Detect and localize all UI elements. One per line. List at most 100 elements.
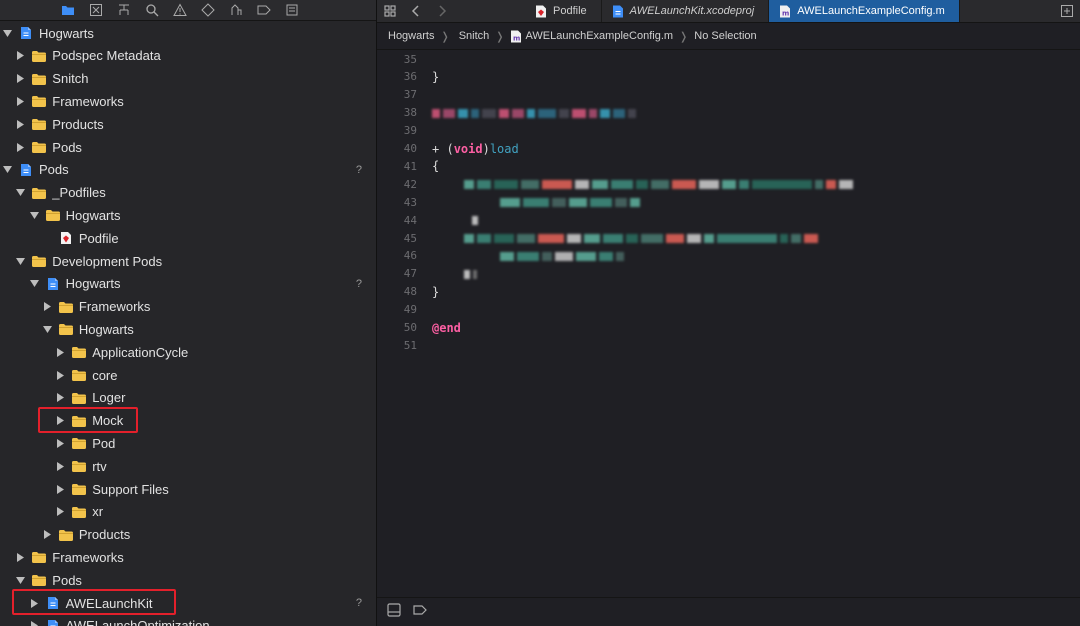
disclosure-collapsed-icon[interactable] (16, 552, 31, 562)
tree-row-label: Hogwarts (78, 321, 134, 337)
disclosure-collapsed-icon[interactable] (16, 74, 31, 84)
back-icon[interactable] (403, 0, 429, 22)
folder-icon (31, 72, 52, 86)
tab-awelaunchexampleconfig-m[interactable]: m AWELaunchExampleConfig.m (769, 0, 960, 22)
disclosure-collapsed-icon[interactable] (16, 119, 31, 129)
method-name-token: load (489, 141, 519, 156)
tree-row--podfiles[interactable]: _Podfiles (0, 182, 376, 204)
disclosure-collapsed-icon[interactable] (56, 370, 71, 380)
disclosure-collapsed-icon[interactable] (56, 393, 71, 403)
grid-icon[interactable] (377, 0, 403, 22)
folder-icon (45, 208, 66, 222)
tree-row-rtv[interactable]: rtv (0, 455, 376, 477)
folder-icon (71, 505, 92, 519)
tree-row-snitch[interactable]: Snitch (0, 68, 376, 90)
objc-file-icon: m (510, 30, 522, 43)
disclosure-collapsed-icon[interactable] (56, 507, 71, 517)
tree-row-xr[interactable]: xr (0, 501, 376, 523)
breakpoint-icon[interactable] (256, 2, 272, 18)
tab-label: Podfile (553, 5, 587, 17)
keyword-token: @end (432, 320, 461, 335)
disclosure-collapsed-icon[interactable] (16, 51, 31, 61)
tree-row-hogwarts[interactable]: Hogwarts (0, 318, 376, 340)
tree-row-pods[interactable]: Pods (0, 136, 376, 158)
tree-row-podfile[interactable]: Podfile (0, 227, 376, 249)
code-line: 49 (377, 301, 1080, 319)
line-number: 40 (403, 142, 417, 155)
breadcrumb-item[interactable]: Snitch (456, 30, 490, 42)
code-editor[interactable]: 35 36} 37 38 39 40 + (void)load 41 {42 43 44 45 46 47… (377, 50, 1080, 596)
disclosure-collapsed-icon[interactable] (43, 302, 58, 312)
disclosure-collapsed-icon[interactable] (30, 621, 45, 626)
issue-icon[interactable] (172, 2, 188, 18)
disclosure-collapsed-icon[interactable] (16, 96, 31, 106)
disclosure-expanded-icon[interactable] (29, 211, 45, 220)
folder-icon (31, 186, 52, 200)
add-editor-icon[interactable] (1054, 0, 1080, 22)
tree-row-label: Podfile (78, 230, 119, 246)
tree-row-label: Development Pods (52, 253, 163, 269)
tree-row-core[interactable]: core (0, 364, 376, 386)
tree-row-frameworks[interactable]: Frameworks (0, 546, 376, 568)
disclosure-expanded-icon[interactable] (3, 165, 18, 174)
tree-row-applicationcycle[interactable]: ApplicationCycle (0, 341, 376, 363)
tree-row-loger[interactable]: Loger (0, 387, 376, 409)
tree-row-support-files[interactable]: Support Files (0, 478, 376, 500)
disclosure-expanded-icon[interactable] (16, 576, 31, 585)
folder-icon[interactable] (60, 2, 76, 18)
chevron-right-icon: ❭ (440, 30, 450, 43)
tree-row-podspec-metadata[interactable]: Podspec Metadata (0, 45, 376, 67)
tree-row-label: Hogwarts (65, 276, 121, 292)
breadcrumb-label: AWELaunchExampleConfig.m (525, 30, 674, 42)
breadcrumb-selection[interactable]: No Selection (694, 30, 756, 42)
tree-row-hogwarts[interactable]: Hogwarts? (0, 273, 376, 295)
tree-row-products[interactable]: Products (0, 524, 376, 546)
disclosure-expanded-icon[interactable] (42, 325, 58, 334)
line-number: 43 (403, 195, 417, 209)
highlight-box-mock (38, 406, 139, 433)
debug-icon[interactable] (228, 2, 244, 18)
folder-icon (58, 528, 79, 542)
tree-row-label: Frameworks (78, 299, 151, 315)
tree-row-hogwarts[interactable]: Hogwarts (0, 22, 376, 44)
breadcrumb-item[interactable]: m AWELaunchExampleConfig.m (510, 30, 673, 43)
disclosure-expanded-icon[interactable] (3, 29, 18, 38)
disclosure-collapsed-icon[interactable] (56, 461, 71, 471)
disclosure-collapsed-icon[interactable] (56, 484, 71, 494)
code-text: + (void)load (432, 142, 519, 156)
forward-icon[interactable] (429, 0, 455, 22)
breadcrumb-item[interactable]: Hogwarts (385, 30, 434, 42)
tree-row-hogwarts[interactable]: Hogwarts (0, 204, 376, 226)
tree-row-frameworks[interactable]: Frameworks (0, 296, 376, 318)
tree-row-label: Pods (52, 139, 82, 155)
disclosure-collapsed-icon[interactable] (43, 530, 58, 540)
tab-label: AWELaunchExampleConfig.m (797, 5, 945, 17)
disclosure-collapsed-icon[interactable] (56, 438, 71, 448)
line-number: 47 (403, 267, 417, 281)
tree-row-products[interactable]: Products (0, 113, 376, 135)
tree-row-pods[interactable]: Pods (0, 569, 376, 591)
tree-row-development-pods[interactable]: Development Pods (0, 250, 376, 272)
hierarchy-icon[interactable] (116, 2, 132, 18)
tree-row-pod[interactable]: Pod (0, 432, 376, 454)
breakpoint-toggle-icon[interactable] (413, 603, 427, 622)
disclosure-collapsed-icon[interactable] (16, 142, 31, 152)
debug-area-toggle-icon[interactable] (387, 602, 401, 622)
disclosure-expanded-icon[interactable] (16, 257, 31, 266)
test-icon[interactable] (200, 2, 216, 18)
tree-row-pods[interactable]: Pods? (0, 159, 376, 181)
report-icon[interactable] (284, 2, 300, 18)
disclosure-collapsed-icon[interactable] (56, 347, 71, 357)
find-icon[interactable] (144, 2, 160, 18)
tab-awelaunchkit-xcodeproj[interactable]: AWELaunchKit.xcodeproj (602, 0, 770, 22)
tab-podfile[interactable]: Podfile (455, 0, 602, 22)
disclosure-expanded-icon[interactable] (29, 279, 45, 288)
tree-row-frameworks[interactable]: Frameworks (0, 90, 376, 112)
tree-row-awelaunchoptimization[interactable]: AWELaunchOptimization (0, 615, 376, 626)
line-number: 49 (403, 303, 417, 317)
source-control-icon[interactable] (88, 2, 104, 18)
code-line: 43 (377, 193, 1080, 211)
code-line: 42 (377, 175, 1080, 193)
disclosure-expanded-icon[interactable] (16, 188, 31, 197)
